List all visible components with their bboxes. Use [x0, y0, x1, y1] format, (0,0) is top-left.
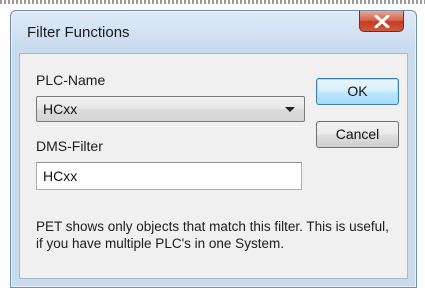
plc-name-dropdown[interactable]: HCxx — [36, 96, 305, 122]
ok-button[interactable]: OK — [316, 78, 399, 105]
dialog-client-area: PLC-Name HCxx DMS-Filter OK Cancel PET s… — [19, 53, 408, 279]
dms-filter-label: DMS-Filter — [36, 138, 103, 154]
close-button[interactable] — [359, 11, 404, 32]
dms-filter-input[interactable] — [36, 162, 302, 190]
plc-name-selected-value: HCxx — [43, 101, 78, 117]
dotted-border — [0, 0, 425, 4]
title-bar[interactable]: Filter Functions — [11, 11, 416, 53]
cancel-button[interactable]: Cancel — [316, 121, 399, 148]
plc-name-label: PLC-Name — [36, 72, 106, 88]
info-text: PET shows only objects that match this f… — [36, 219, 389, 251]
window-title: Filter Functions — [27, 24, 130, 41]
chevron-down-icon — [285, 107, 295, 112]
close-icon — [374, 15, 390, 28]
filter-functions-dialog: Filter Functions PLC-Name HCxx DMS-Filte… — [10, 10, 417, 288]
